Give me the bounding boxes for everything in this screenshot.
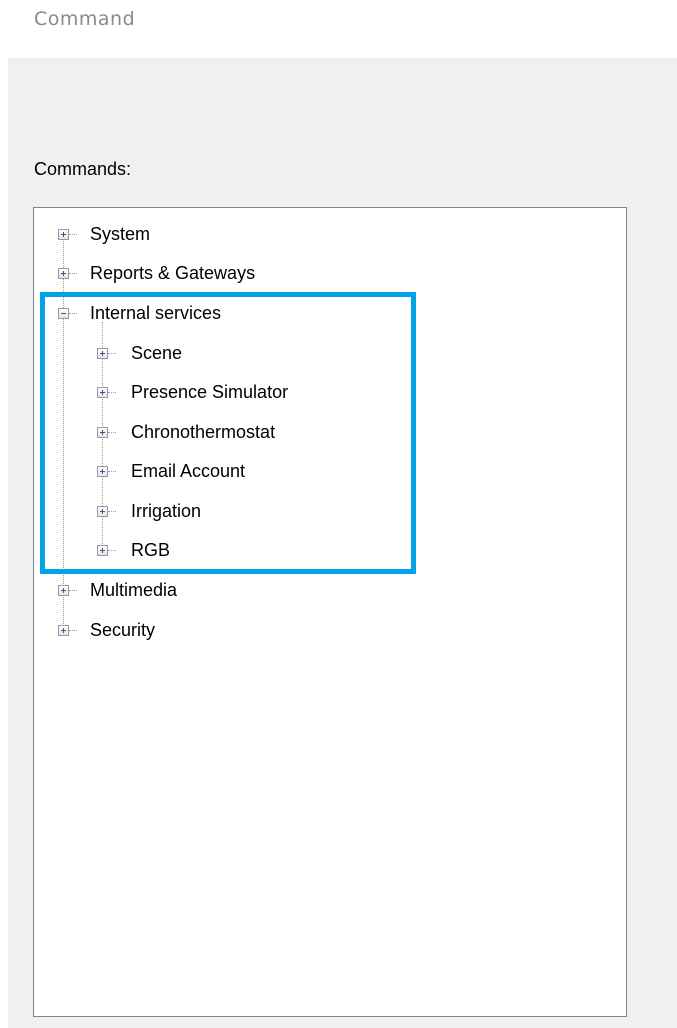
tree-connector	[69, 313, 77, 314]
collapse-minus-icon[interactable]	[58, 308, 69, 319]
tree-connector	[108, 353, 116, 354]
tree-node-label[interactable]: Security	[90, 619, 155, 641]
tree-node-label[interactable]: Chronothermostat	[131, 421, 275, 443]
tree-connector	[108, 432, 116, 433]
tree-node-label[interactable]: System	[90, 223, 150, 245]
expand-plus-icon[interactable]	[58, 229, 69, 240]
expand-plus-icon[interactable]	[97, 348, 108, 359]
tree-node-label[interactable]: Internal services	[90, 302, 221, 324]
expand-plus-icon[interactable]	[97, 466, 108, 477]
tree-node-label[interactable]: Reports & Gateways	[90, 262, 255, 284]
commands-label: Commands:	[34, 159, 132, 179]
expand-plus-icon[interactable]	[97, 506, 108, 517]
tree-node-label[interactable]: Scene	[131, 342, 182, 364]
tree-connector	[108, 392, 116, 393]
expand-plus-icon[interactable]	[58, 268, 69, 279]
tree-connector	[108, 471, 116, 472]
tree-node-label[interactable]: Presence Simulator	[131, 381, 288, 403]
tree-connector	[69, 273, 77, 274]
expand-plus-icon[interactable]	[97, 427, 108, 438]
expand-plus-icon[interactable]	[58, 585, 69, 596]
expand-plus-icon[interactable]	[97, 387, 108, 398]
tree-connector	[108, 511, 116, 512]
expand-plus-icon[interactable]	[97, 545, 108, 556]
tree-connector	[108, 550, 116, 551]
tree-connector	[69, 590, 77, 591]
commands-tree[interactable]: System Reports & Gateways Internal servi…	[33, 207, 627, 1017]
tree-root-line	[63, 234, 64, 630]
tree-connector	[69, 234, 77, 235]
tree-node-label[interactable]: RGB	[131, 539, 170, 561]
tree-connector	[69, 630, 77, 631]
window-title: Command	[34, 8, 136, 30]
tree-node-label[interactable]: Email Account	[131, 460, 245, 482]
expand-plus-icon[interactable]	[58, 625, 69, 636]
tree-node-label[interactable]: Irrigation	[131, 500, 201, 522]
tree-node-label[interactable]: Multimedia	[90, 579, 177, 601]
